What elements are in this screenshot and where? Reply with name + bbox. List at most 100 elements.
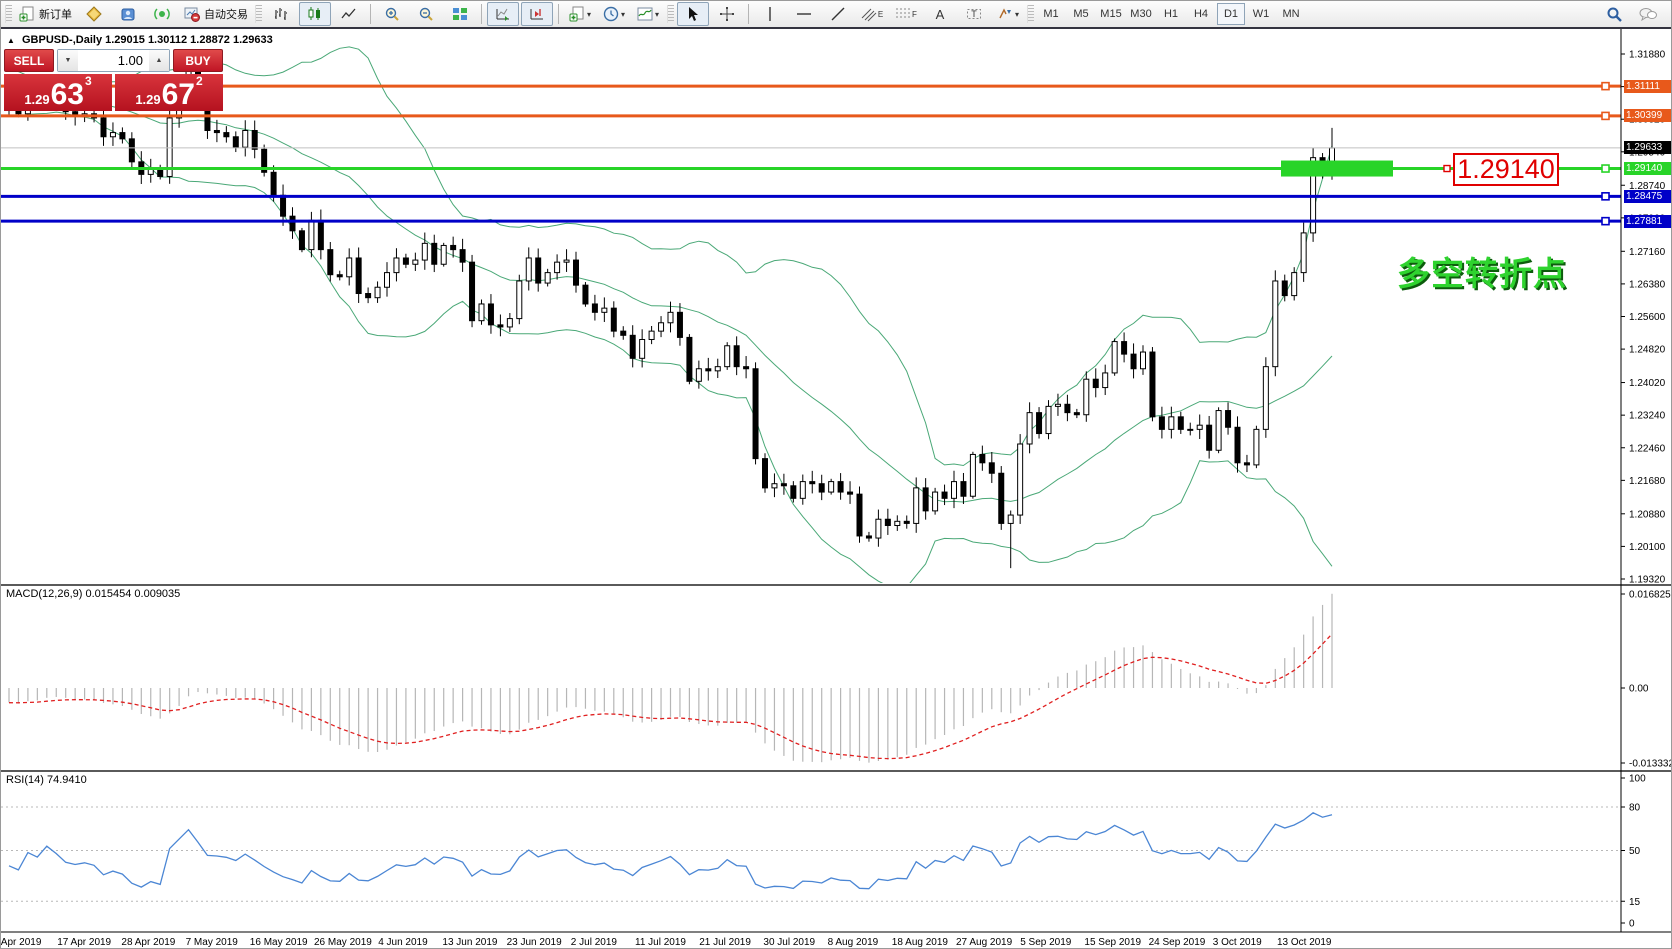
- highlight-rectangle[interactable]: [1281, 161, 1393, 177]
- timeframe-button-m1[interactable]: M1: [1037, 3, 1065, 25]
- candle: [385, 273, 390, 288]
- svg-text:T: T: [971, 9, 977, 19]
- buy-price-display[interactable]: 1.29 67 2: [115, 74, 223, 111]
- equidistant-channel-icon: [861, 6, 877, 22]
- volume-increase-button[interactable]: ▲: [149, 50, 169, 71]
- date-axis-label: 23 Jun 2019: [507, 937, 562, 948]
- candle: [885, 519, 890, 525]
- candle: [271, 172, 276, 195]
- chat-icon: [1639, 6, 1657, 22]
- clock-icon: [603, 6, 619, 22]
- rsi-label: RSI(14) 74.9410: [6, 774, 87, 786]
- cursor-icon: [685, 6, 701, 22]
- candle: [810, 482, 815, 484]
- price-tag-1.27881: 1.27881: [1624, 215, 1672, 228]
- date-axis-label: 11 Jul 2019: [635, 937, 686, 948]
- zoom-in-button[interactable]: [376, 2, 408, 26]
- date-axis-label: 18 Aug 2019: [892, 937, 949, 948]
- date-axis-label: 30 Jul 2019: [763, 937, 815, 948]
- candle: [621, 331, 626, 335]
- rsi-axis-tick: 15: [1629, 897, 1641, 908]
- candle: [781, 484, 786, 486]
- periods-button[interactable]: ▾: [598, 2, 630, 26]
- sell-price-sup: 3: [85, 74, 92, 88]
- toolbar-grip[interactable]: [1027, 5, 1034, 23]
- collapse-triangle-icon[interactable]: ▲: [7, 36, 15, 45]
- date-axis-label: 5 Sep 2019: [1020, 937, 1072, 948]
- candle: [592, 304, 597, 312]
- new-order-button[interactable]: 新订单: [15, 2, 76, 26]
- candle: [451, 245, 456, 249]
- templates-button[interactable]: ▾: [632, 2, 664, 26]
- candle: [904, 521, 909, 523]
- candle: [441, 245, 446, 264]
- candle: [526, 258, 531, 281]
- channel-tool-button[interactable]: E: [856, 2, 888, 26]
- sell-button[interactable]: SELL: [4, 49, 54, 72]
- auto-trading-button[interactable]: 自动交易: [180, 2, 252, 26]
- line-chart-button[interactable]: [333, 2, 365, 26]
- text-label-tool-button[interactable]: T: [958, 2, 990, 26]
- candlestick-chart-button[interactable]: [299, 2, 331, 26]
- buy-button[interactable]: BUY: [173, 49, 223, 72]
- volume-decrease-button[interactable]: ▼: [58, 50, 78, 71]
- timeframe-group: M1M5M15M30H1H4D1W1MN: [1036, 3, 1306, 25]
- arrows-tool-button[interactable]: ▾: [992, 2, 1024, 26]
- signals-button[interactable]: [146, 2, 178, 26]
- candle: [1055, 404, 1060, 406]
- zoom-out-button[interactable]: [410, 2, 442, 26]
- price-axis-tick: 1.22460: [1629, 443, 1666, 454]
- turning-point-annotation[interactable]: 多空转折点: [1397, 247, 1567, 295]
- channel-tool-letter: E: [878, 10, 883, 19]
- horizontal-line-tool-button[interactable]: [788, 2, 820, 26]
- macd-label: MACD(12,26,9) 0.015454 0.009035: [6, 588, 180, 600]
- bar-chart-button[interactable]: [265, 2, 297, 26]
- chart-area[interactable]: 1.318801.311001.303201.295401.287401.279…: [1, 29, 1672, 949]
- date-axis-label: 26 May 2019: [314, 937, 372, 948]
- candle: [659, 323, 664, 331]
- date-axis-label: 24 Sep 2019: [1149, 937, 1206, 948]
- chart-shift-button[interactable]: [521, 2, 553, 26]
- volume-input[interactable]: 1.00: [78, 50, 149, 71]
- toolbar-grip[interactable]: [255, 5, 262, 23]
- text-tool-button[interactable]: A: [924, 2, 956, 26]
- trendline-tool-button[interactable]: [822, 2, 854, 26]
- timeframe-button-m15[interactable]: M15: [1097, 3, 1125, 25]
- dropdown-caret-icon: ▾: [1015, 10, 1019, 19]
- candle: [980, 454, 985, 462]
- date-axis-label: 8 Apr 2019: [1, 937, 42, 948]
- candle: [1027, 413, 1032, 444]
- mt4-window: 新订单 自动交易: [0, 0, 1672, 949]
- timeframe-button-w1[interactable]: W1: [1247, 3, 1275, 25]
- candle: [715, 367, 720, 371]
- vertical-line-tool-button[interactable]: [754, 2, 786, 26]
- candle: [942, 492, 947, 498]
- candle: [1159, 417, 1164, 430]
- fibonacci-tool-button[interactable]: F: [890, 2, 922, 26]
- bar-chart-icon: [273, 6, 289, 22]
- price-annotation-box[interactable]: 1.29140: [1453, 153, 1559, 186]
- new-chart-button[interactable]: ▾: [564, 2, 596, 26]
- symbol-search-button[interactable]: [1598, 2, 1630, 26]
- cursor-tool-button[interactable]: [677, 2, 709, 26]
- tile-windows-button[interactable]: [444, 2, 476, 26]
- candle: [829, 482, 834, 492]
- price-axis-tick: 1.31880: [1629, 50, 1666, 61]
- crosshair-tool-button[interactable]: [711, 2, 743, 26]
- favorites-button[interactable]: [78, 2, 110, 26]
- toolbar-grip[interactable]: [5, 5, 12, 23]
- timeframe-button-mn[interactable]: MN: [1277, 3, 1305, 25]
- new-order-label: 新订单: [39, 6, 72, 22]
- timeframe-button-m30[interactable]: M30: [1127, 3, 1155, 25]
- candle: [555, 262, 560, 272]
- chat-button[interactable]: [1632, 2, 1664, 26]
- toolbar-right: [1597, 2, 1672, 26]
- toolbar-grip[interactable]: [667, 5, 674, 23]
- timeframe-button-m5[interactable]: M5: [1067, 3, 1095, 25]
- timeframe-button-h1[interactable]: H1: [1157, 3, 1185, 25]
- sell-price-display[interactable]: 1.29 63 3: [4, 74, 112, 111]
- profiles-button[interactable]: [112, 2, 144, 26]
- auto-scroll-button[interactable]: [487, 2, 519, 26]
- timeframe-button-d1[interactable]: D1: [1217, 3, 1245, 25]
- timeframe-button-h4[interactable]: H4: [1187, 3, 1215, 25]
